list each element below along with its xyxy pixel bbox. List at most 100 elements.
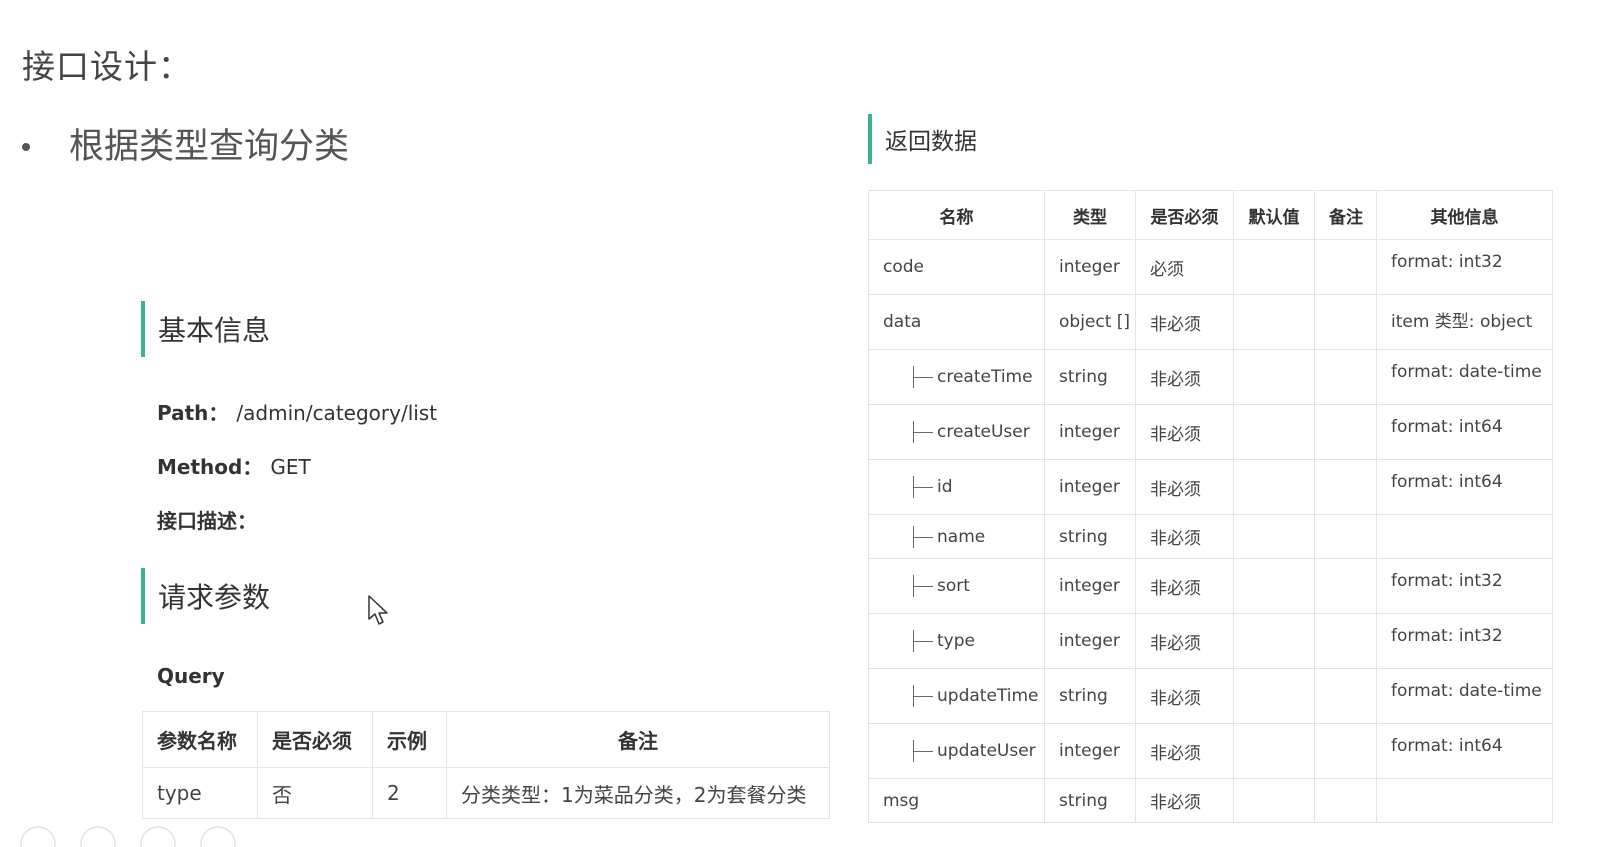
table-row: data object [] 非必须 item 类型: object — [868, 294, 1553, 350]
slide-nav-controls — [20, 826, 236, 847]
field-type: integer — [1044, 459, 1136, 515]
field-default — [1233, 404, 1315, 460]
param-name: type — [142, 767, 258, 819]
field-remark — [1314, 514, 1377, 559]
field-name-text: msg — [883, 790, 920, 811]
field-remark — [1314, 349, 1377, 405]
field-info: format: int64 — [1376, 723, 1553, 779]
section-heading-label: 基本信息 — [158, 314, 271, 347]
param-required: 否 — [257, 767, 373, 819]
field-info: item 类型: object — [1376, 294, 1553, 350]
field-required: 非必须 — [1135, 613, 1234, 669]
table-row: name string 非必须 — [868, 514, 1553, 559]
path-value: /admin/category/list — [236, 401, 438, 425]
field-remark — [1314, 239, 1377, 295]
field-required: 非必须 — [1135, 514, 1234, 559]
field-type: integer — [1044, 239, 1136, 295]
field-info — [1376, 778, 1553, 823]
method-row: Method： GET — [157, 451, 311, 480]
column-header: 是否必须 — [257, 711, 373, 768]
column-header: 默认值 — [1233, 190, 1315, 240]
field-info: format: int64 — [1376, 459, 1553, 515]
field-default — [1233, 349, 1315, 405]
table-row: updateTime string 非必须 format: date-time — [868, 668, 1553, 724]
field-default — [1233, 668, 1315, 724]
param-remark: 分类类型：1为菜品分类，2为套餐分类 — [446, 767, 830, 819]
field-type: object [] — [1044, 294, 1136, 350]
bullet-dot-icon — [22, 143, 30, 151]
table-row: sort integer 非必须 format: int32 — [868, 558, 1553, 614]
field-required: 非必须 — [1135, 404, 1234, 460]
basic-info-heading: 基本信息 — [141, 301, 270, 357]
path-label: Path： — [157, 401, 229, 425]
field-name-text: createTime — [937, 367, 1033, 387]
method-label: Method： — [157, 455, 263, 479]
field-type: integer — [1044, 613, 1136, 669]
column-header: 其他信息 — [1376, 190, 1553, 240]
field-required: 非必须 — [1135, 778, 1234, 823]
field-info: format: int32 — [1376, 613, 1553, 669]
field-default — [1233, 459, 1315, 515]
field-name: code — [868, 239, 1045, 295]
response-data-heading: 返回数据 — [868, 114, 977, 164]
column-header: 参数名称 — [142, 711, 258, 768]
table-row: id integer 非必须 format: int64 — [868, 459, 1553, 515]
field-info: format: date-time — [1376, 349, 1553, 405]
field-default — [1233, 613, 1315, 669]
field-name: id — [868, 459, 1045, 515]
field-name-text: name — [937, 526, 986, 547]
table-row: code integer 必须 format: int32 — [868, 239, 1553, 295]
query-params-table: 参数名称 是否必须 示例 备注 type 否 2 分类类型：1为菜品分类，2为套… — [142, 711, 830, 819]
column-header: 是否必须 — [1135, 190, 1234, 240]
table-row: updateUser integer 非必须 format: int64 — [868, 723, 1553, 779]
column-header: 类型 — [1044, 190, 1136, 240]
field-name-text: id — [937, 477, 953, 497]
tree-branch-icon — [913, 421, 935, 443]
response-data-table: 名称 类型 是否必须 默认值 备注 其他信息 code integer 必须 form… — [868, 190, 1553, 823]
field-required: 非必须 — [1135, 349, 1234, 405]
table-row: createTime string 非必须 format: date-time — [868, 349, 1553, 405]
table-header-row: 参数名称 是否必须 示例 备注 — [142, 711, 830, 768]
section-heading-label: 返回数据 — [885, 129, 977, 155]
param-example: 2 — [372, 767, 447, 819]
field-name-text: updateTime — [937, 686, 1039, 706]
field-required: 非必须 — [1135, 723, 1234, 779]
field-required: 非必须 — [1135, 459, 1234, 515]
field-name: createUser — [868, 404, 1045, 460]
field-type: string — [1044, 349, 1136, 405]
description-row: 接口描述： — [157, 505, 257, 534]
field-default — [1233, 294, 1315, 350]
tree-branch-icon — [913, 685, 935, 707]
tree-branch-icon — [913, 476, 935, 498]
field-name: sort — [868, 558, 1045, 614]
field-name-text: createUser — [937, 422, 1030, 442]
field-required: 非必须 — [1135, 294, 1234, 350]
field-remark — [1314, 459, 1377, 515]
field-name: data — [868, 294, 1045, 350]
field-type: string — [1044, 514, 1136, 559]
field-required: 非必须 — [1135, 558, 1234, 614]
tree-branch-icon — [913, 575, 935, 597]
field-remark — [1314, 723, 1377, 779]
field-remark — [1314, 613, 1377, 669]
field-name-text: type — [937, 631, 975, 651]
query-label: Query — [157, 664, 225, 688]
field-required: 必须 — [1135, 239, 1234, 295]
field-remark — [1314, 668, 1377, 724]
field-remark — [1314, 558, 1377, 614]
field-default — [1233, 778, 1315, 823]
field-name-text: code — [883, 257, 924, 277]
field-info: format: int32 — [1376, 558, 1553, 614]
path-row: Path： /admin/category/list — [157, 397, 437, 426]
field-type: integer — [1044, 558, 1136, 614]
bullet-title: 根据类型查询分类 — [69, 127, 350, 167]
field-remark — [1314, 294, 1377, 350]
field-info: format: date-time — [1376, 668, 1553, 724]
field-name: createTime — [868, 349, 1045, 405]
table-row: createUser integer 非必须 format: int64 — [868, 404, 1553, 460]
field-default — [1233, 514, 1315, 559]
field-name: name — [868, 514, 1045, 559]
field-name-text: updateUser — [937, 741, 1036, 761]
field-info: format: int32 — [1376, 239, 1553, 295]
mouse-pointer-icon — [368, 595, 388, 625]
